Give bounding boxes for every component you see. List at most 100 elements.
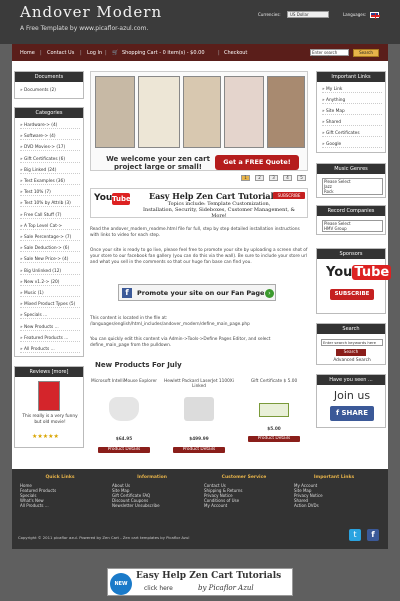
free-quote-button[interactable]: Get a FREE Quote!	[215, 155, 299, 170]
tutorials-banner[interactable]: NEW Easy Help Zen Cart Tutorials click h…	[107, 568, 293, 596]
important-link[interactable]: » Site Map	[322, 109, 382, 115]
pager-3[interactable]: 3	[269, 175, 278, 181]
category-link[interactable]: » DVD Movies-> (17)	[20, 145, 80, 152]
category-link[interactable]: » Mixed Product Types (5)	[20, 302, 80, 309]
pager-2[interactable]: 2	[255, 175, 264, 181]
category-link[interactable]: » Free Call Stuff (7)	[20, 213, 80, 219]
category-link[interactable]: » Test 10% (7)	[20, 190, 80, 197]
facebook-icon[interactable]: f	[367, 529, 379, 541]
category-link[interactable]: » Music (1)	[20, 291, 80, 297]
important-link[interactable]: » Anything	[322, 98, 382, 104]
printer-image[interactable]	[184, 397, 214, 421]
youtube-logo-icon[interactable]: You Tube	[326, 265, 392, 280]
record-companies-select[interactable]: Please Select HMV Group	[322, 220, 383, 232]
screenshot-thumb	[224, 76, 264, 148]
category-link[interactable]: » New v1.2-> (20)	[20, 280, 80, 286]
yt-subscribe-button[interactable]: SUBSCRIBE	[273, 192, 305, 199]
languages-label: Languages:	[343, 12, 367, 17]
search-button[interactable]: Search	[353, 49, 379, 57]
product-name[interactable]: Microsoft IntelliMouse Explorer	[89, 379, 159, 384]
important-link[interactable]: » My Link	[322, 87, 382, 93]
nav-login[interactable]: Log In	[87, 50, 102, 56]
documents-link[interactable]: » Documents (2)	[20, 88, 56, 93]
category-link[interactable]: » Software-> (4)	[20, 134, 80, 141]
tagline: A Free Template by www.picaflor-azul.com…	[20, 25, 149, 32]
category-link[interactable]: » All Products ...	[20, 347, 80, 353]
tutorials-banner-title: Easy Help Zen Cart Tutorials	[136, 571, 282, 581]
nav-bar: Home | Contact Us | Log In | 🛒 Shopping …	[12, 44, 388, 61]
nav-contact[interactable]: Contact Us	[47, 50, 74, 56]
product-details-button[interactable]: Product Details	[248, 436, 300, 442]
currency-select[interactable]: US Dollar	[287, 11, 329, 18]
fan-page-banner[interactable]: f Promote your site on our Fan Page ›	[118, 284, 276, 301]
product-name[interactable]: Hewlett Packard LaserJet 1100Xi Linked	[164, 379, 234, 389]
category-link[interactable]: » Test 10% by Attrib (3)	[20, 201, 80, 208]
copyright: Copyright © 2011 picaflor azul. Powered …	[18, 535, 190, 540]
category-link[interactable]: » New Products ...	[20, 325, 80, 331]
sidebar-search-input[interactable]: Enter search keywords here	[321, 339, 383, 346]
product-details-button[interactable]: Product Details	[173, 447, 225, 453]
footer-link[interactable]: All Products ...	[20, 503, 100, 508]
important-link[interactable]: » Shared	[322, 120, 382, 126]
youtube-subscribe-button[interactable]: SUBSCRIBE	[330, 289, 374, 300]
have-you-seen-box: Have you seen ... Join us f SHARE	[316, 374, 386, 428]
nav-checkout[interactable]: Checkout	[224, 50, 247, 56]
pager-5[interactable]: 5	[297, 175, 306, 181]
important-link[interactable]: » Google	[322, 142, 382, 148]
category-link[interactable]: » Gift Certificates (6)	[20, 157, 80, 163]
category-link[interactable]: » Sale Percentage-> (7)	[20, 235, 80, 241]
product-card[interactable]: Gift Certificate $ 5.00 $5.00 Product De…	[239, 379, 309, 459]
gift-certificate-image[interactable]	[259, 403, 289, 417]
categories-title: Categories	[15, 108, 83, 118]
pager-1[interactable]: 1	[241, 175, 250, 181]
search-input[interactable]: Enter search keywords	[310, 49, 349, 60]
category-link[interactable]: » A Top Level Cat->	[20, 224, 80, 230]
nav-cart[interactable]: Shopping Cart - 0 item(s) - $0.00	[122, 50, 205, 56]
footer-link[interactable]: My Account	[204, 503, 284, 508]
reviews-more-link[interactable]: [more]	[52, 369, 69, 375]
documents-title: Documents	[15, 72, 83, 82]
review-product-image[interactable]	[38, 381, 60, 411]
pager-4[interactable]: 4	[283, 175, 292, 181]
category-link[interactable]: » Featured Products ...	[20, 336, 80, 342]
footer-link[interactable]: Newsletter Unsubscribe	[112, 503, 192, 508]
join-us-text[interactable]: Join us	[317, 389, 387, 402]
product-details-button[interactable]: Product Details	[98, 447, 150, 453]
twitter-icon[interactable]: t	[349, 529, 361, 541]
category-link[interactable]: » Sale Deduction-> (6)	[20, 246, 80, 253]
advanced-search-link[interactable]: Advanced Search	[317, 358, 387, 363]
product-name[interactable]: Gift Certificate $ 5.00	[239, 379, 309, 384]
sidebar-search-button[interactable]: Search	[336, 349, 366, 356]
footer-link[interactable]: Action DVDs	[294, 503, 374, 508]
tutorials-banner-by: by Picaflor Azul	[198, 584, 254, 592]
new-products-title: New Products For July	[95, 361, 182, 369]
category-link[interactable]: » Sale New Price-> (4)	[20, 257, 80, 264]
uk-flag-icon[interactable]	[370, 12, 380, 19]
logo[interactable]: Andover Modern	[20, 3, 162, 21]
facebook-icon: f	[122, 288, 132, 298]
nav-home[interactable]: Home	[20, 50, 35, 56]
product-card[interactable]: Hewlett Packard LaserJet 1100Xi Linked $…	[164, 379, 234, 459]
category-link[interactable]: » Hardware-> (4)	[20, 123, 80, 129]
youtube-banner[interactable]: You Tube Easy Help Zen Cart Tutorials SU…	[90, 188, 308, 219]
yt-banner-subtitle: Topics include: Template Customization, I…	[143, 201, 295, 219]
footer-col-information: Information About Us Site Map Gift Certific…	[112, 475, 192, 508]
reviews-title: Reviews [more]	[15, 367, 83, 377]
sponsors-title: Sponsors	[317, 249, 385, 259]
hero-banner[interactable]: We welcome your zen cart project large o…	[90, 71, 308, 171]
arrow-right-icon: ›	[265, 289, 274, 298]
review-text[interactable]: This really is a very funny but old movi…	[19, 414, 81, 425]
important-link[interactable]: » Gift Certificates	[322, 131, 382, 137]
header: Andover Modern A Free Template by www.pi…	[0, 0, 400, 44]
click-here-link[interactable]: click here	[144, 585, 173, 592]
category-link[interactable]: » Test Examples (36)	[20, 179, 80, 185]
music-genres-select[interactable]: Please Select Jazz Rock	[322, 178, 383, 195]
category-link[interactable]: » Big Unlinked (12)	[20, 269, 80, 275]
currencies-label: Currencies:	[258, 12, 281, 17]
product-card[interactable]: Microsoft IntelliMouse Explorer $64.95 P…	[89, 379, 159, 459]
product-price: $64.95	[115, 437, 133, 442]
category-link[interactable]: » Specials ...	[20, 313, 80, 320]
mouse-image[interactable]	[109, 397, 139, 421]
facebook-share-button[interactable]: f SHARE	[330, 406, 374, 421]
category-link[interactable]: » Big Linked (24)	[20, 168, 80, 174]
